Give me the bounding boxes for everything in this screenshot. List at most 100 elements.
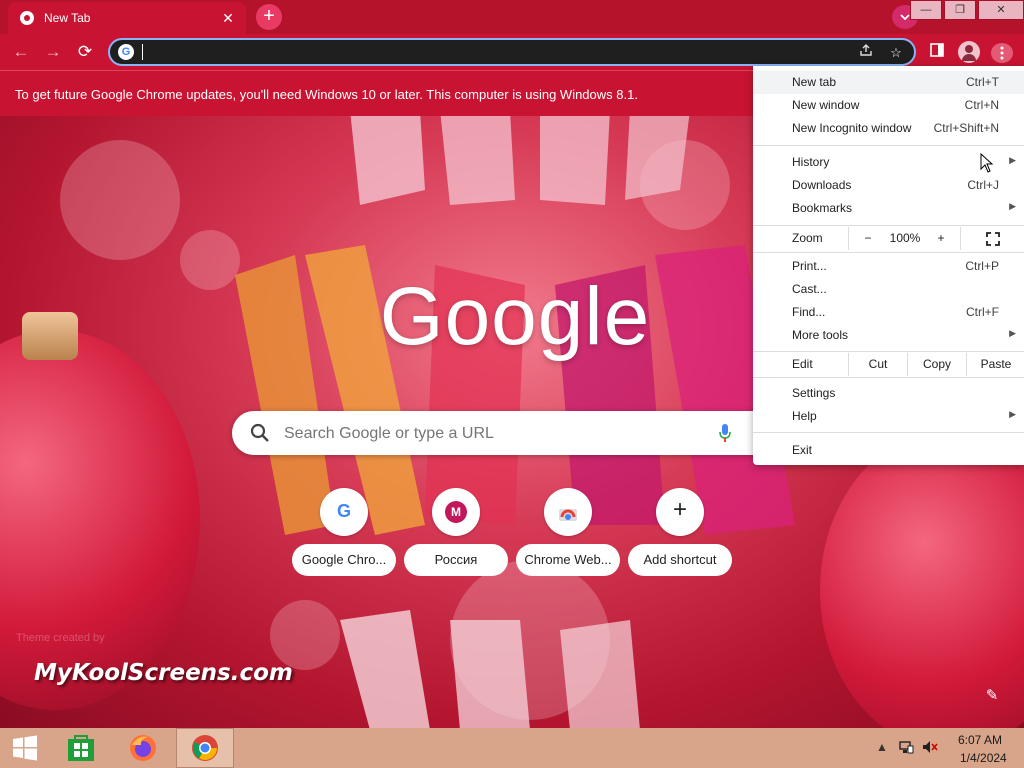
search-input[interactable] <box>282 423 706 445</box>
submenu-arrow-icon: ▶ <box>1009 155 1016 165</box>
menu-shortcut: Ctrl+P <box>965 259 999 273</box>
fullscreen-icon <box>986 232 1000 246</box>
shortcut-label: Chrome Web... <box>516 544 620 576</box>
ornament-cap <box>22 312 78 360</box>
menu-label: New window <box>792 98 860 112</box>
minimize-button[interactable]: — <box>910 0 942 20</box>
text-caret <box>142 44 143 60</box>
menu-label: Find... <box>792 305 826 319</box>
menu-label: Settings <box>792 386 836 400</box>
forward-button[interactable]: → <box>42 41 64 63</box>
letter-m-icon: M <box>445 501 467 523</box>
menu-button[interactable] <box>991 43 1013 63</box>
address-bar[interactable]: G ☆ <box>108 38 916 66</box>
tray-overflow-icon[interactable]: ▲ <box>876 740 888 754</box>
tab-new-tab[interactable]: New Tab ✕ <box>8 2 246 34</box>
menu-label: Cast... <box>792 282 827 296</box>
volume-muted-icon[interactable] <box>922 740 938 757</box>
submenu-arrow-icon: ▶ <box>1009 328 1016 338</box>
chrome-icon <box>20 11 34 25</box>
paste-button[interactable]: Paste <box>966 353 1024 376</box>
mouse-cursor-icon <box>980 153 994 173</box>
tab-title: New Tab <box>44 11 91 25</box>
back-button[interactable]: ← <box>10 41 32 63</box>
menu-shortcut: Ctrl+N <box>964 98 999 112</box>
menu-item-downloads[interactable]: Downloads Ctrl+J <box>753 174 1024 197</box>
side-panel-icon[interactable] <box>926 41 948 63</box>
shortcut-label: Add shortcut <box>628 544 732 576</box>
store-button[interactable] <box>52 728 110 768</box>
menu-item-zoom: Zoom − 100% + <box>753 227 1024 250</box>
menu-item-more-tools[interactable]: More tools ▶ <box>753 324 1024 347</box>
menu-item-find[interactable]: Find... Ctrl+F <box>753 301 1024 324</box>
address-input[interactable] <box>142 43 846 63</box>
chrome-main-menu: New tab Ctrl+T New window Ctrl+N New Inc… <box>753 66 1024 465</box>
reload-button[interactable]: ⟳ <box>74 41 96 63</box>
menu-item-cast[interactable]: Cast... <box>753 278 1024 301</box>
menu-item-new-tab[interactable]: New tab Ctrl+T <box>753 71 1024 94</box>
profile-avatar-icon[interactable] <box>958 41 980 63</box>
copy-button[interactable]: Copy <box>907 353 966 376</box>
clock-date[interactable]: 1/4/2024 <box>960 751 1007 765</box>
menu-item-settings[interactable]: Settings <box>753 382 1024 405</box>
menu-divider <box>753 432 1024 433</box>
shortcut-label: Россия <box>404 544 508 576</box>
restore-button[interactable]: ❐ <box>944 0 976 20</box>
close-tab-button[interactable]: ✕ <box>218 8 238 28</box>
menu-shortcut: Ctrl+F <box>966 305 999 319</box>
windows-logo-icon <box>13 735 37 761</box>
decorative-letters-happy <box>350 110 690 205</box>
firefox-icon <box>130 735 156 761</box>
menu-item-exit[interactable]: Exit <box>753 439 1024 462</box>
menu-label: Exit <box>792 443 813 457</box>
firefox-button[interactable] <box>114 728 172 768</box>
menu-item-help[interactable]: Help ▶ <box>753 405 1024 428</box>
zoom-in-button[interactable]: + <box>923 227 959 250</box>
new-tab-button[interactable]: + <box>256 4 282 30</box>
clock-time[interactable]: 6:07 AM <box>958 733 1002 747</box>
shortcut-russia[interactable]: M Россия <box>404 488 508 580</box>
watermark-text: MyKoolScreens.com <box>34 660 293 686</box>
start-button[interactable] <box>0 728 58 768</box>
menu-divider <box>753 225 1024 226</box>
google-g-icon: G <box>336 501 351 521</box>
search-icon <box>250 423 269 442</box>
kebab-menu-icon <box>1000 46 1004 60</box>
menu-item-edit: Edit Cut Copy Paste <box>753 353 1024 376</box>
chrome-taskbar-button[interactable] <box>176 728 234 768</box>
menu-shortcut: Ctrl+J <box>967 178 999 192</box>
menu-label: New tab <box>792 75 837 89</box>
ntp-search-box[interactable] <box>232 411 792 455</box>
windows-taskbar: ▲ <box>0 728 1024 768</box>
menu-divider <box>753 351 1024 352</box>
menu-item-print[interactable]: Print... Ctrl+P <box>753 255 1024 278</box>
cut-button[interactable]: Cut <box>848 353 907 376</box>
microphone-icon[interactable] <box>718 421 732 445</box>
menu-item-bookmarks[interactable]: Bookmarks ▶ <box>753 197 1024 220</box>
add-shortcut-button[interactable]: + Add shortcut <box>628 488 732 580</box>
menu-shortcut: Ctrl+Shift+N <box>933 121 999 135</box>
shortcut-chrome-web-store[interactable]: Chrome Web... <box>516 488 620 580</box>
google-g-icon: G <box>118 44 134 60</box>
customize-pencil-icon[interactable]: ✎ <box>982 686 1002 706</box>
infobar-message: To get future Google Chrome updates, you… <box>15 87 638 102</box>
menu-label: New Incognito window <box>792 121 912 135</box>
browser-toolbar: ← → ⟳ G ☆ <box>0 34 1024 70</box>
shortcut-google-chrome[interactable]: G Google Chro... <box>292 488 396 580</box>
zoom-out-button[interactable]: − <box>848 227 887 250</box>
theme-credit[interactable]: Theme created by <box>16 632 105 644</box>
menu-item-incognito[interactable]: New Incognito window Ctrl+Shift+N <box>753 117 1024 140</box>
zoom-level: 100% <box>889 231 921 245</box>
menu-divider <box>753 377 1024 378</box>
fullscreen-button[interactable] <box>960 227 1024 250</box>
network-icon[interactable] <box>898 740 914 757</box>
bokeh-light <box>60 140 180 260</box>
menu-shortcut: Ctrl+T <box>966 75 999 89</box>
menu-item-new-window[interactable]: New window Ctrl+N <box>753 94 1024 117</box>
menu-label: History <box>792 155 830 169</box>
bookmark-star-icon[interactable]: ☆ <box>886 43 906 63</box>
google-logo: Google <box>379 271 651 362</box>
share-icon[interactable] <box>856 43 876 63</box>
menu-label: Bookmarks <box>792 201 853 215</box>
close-window-button[interactable]: ✕ <box>978 0 1024 20</box>
